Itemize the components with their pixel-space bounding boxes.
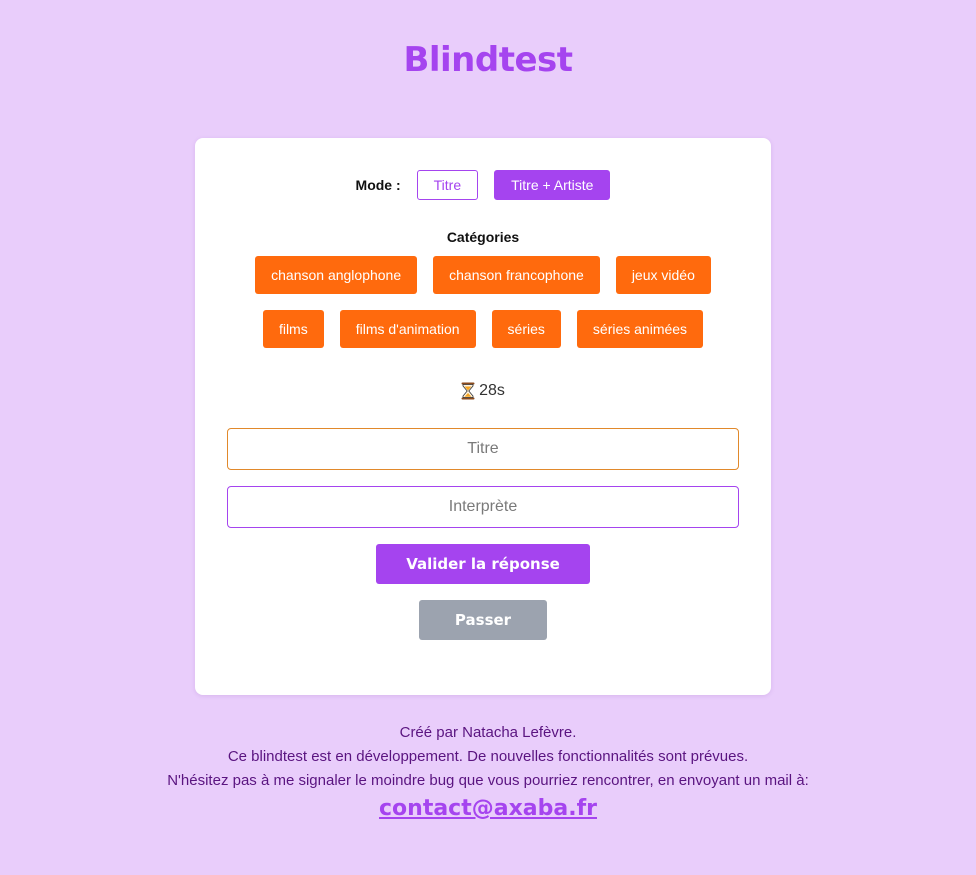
hourglass-icon	[461, 382, 475, 400]
title-input[interactable]	[227, 428, 739, 470]
mode-title-artist-button[interactable]: Titre + Artiste	[494, 170, 611, 200]
categories-heading: Catégories	[446, 229, 520, 245]
mode-selector: Mode : Titre Titre + Artiste	[195, 170, 771, 200]
categories-row-2: films films d'animation séries séries an…	[195, 310, 771, 348]
contact-email-link[interactable]: contact@axaba.fr	[379, 797, 597, 821]
mode-title-button[interactable]: Titre	[416, 170, 479, 200]
category-series-button[interactable]: séries	[491, 310, 561, 348]
category-chanson-francophone-button[interactable]: chanson francophone	[433, 256, 600, 294]
footer-bug-notice: N'hésitez pas à me signaler le moindre b…	[167, 772, 809, 789]
category-films-animation-button[interactable]: films d'animation	[339, 310, 476, 348]
mode-label: Mode :	[355, 177, 401, 193]
timer: 28s	[195, 382, 771, 400]
timer-value: 28s	[479, 382, 505, 399]
skip-button[interactable]: Passer	[419, 600, 547, 640]
category-films-button[interactable]: films	[262, 310, 324, 348]
footer: Créé par Natacha Lefèvre. Ce blindtest e…	[0, 721, 976, 823]
categories-row-1: chanson anglophone chanson francophone j…	[195, 256, 771, 294]
game-card: Mode : Titre Titre + Artiste Catégories …	[195, 138, 771, 695]
artist-input[interactable]	[227, 486, 739, 528]
category-series-animees-button[interactable]: séries animées	[576, 310, 704, 348]
category-chanson-anglophone-button[interactable]: chanson anglophone	[255, 256, 418, 294]
footer-credit: Créé par Natacha Lefèvre.	[399, 724, 577, 741]
category-jeux-video-button[interactable]: jeux vidéo	[615, 256, 711, 294]
app-title: Blindtest	[403, 40, 573, 80]
footer-dev-notice: Ce blindtest est en développement. De no…	[227, 748, 749, 765]
submit-answer-button[interactable]: Valider la réponse	[376, 544, 590, 584]
